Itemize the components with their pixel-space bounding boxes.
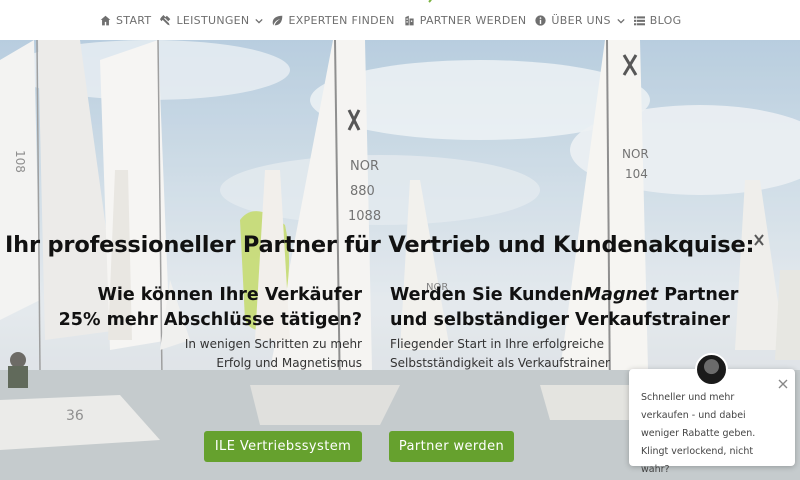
- right-title-line2: und selbständiger Verkaufstrainer: [390, 310, 730, 330]
- chat-message: Schneller und mehr verkaufen - und dabei…: [641, 392, 756, 475]
- partner-werden-button[interactable]: Partner werden: [389, 431, 514, 462]
- list-icon: [633, 16, 645, 26]
- left-title-line2: 25% mehr Abschlüsse tätigen?: [58, 310, 362, 330]
- nav-item-partner-werden[interactable]: PARTNER WERDEN: [404, 14, 527, 27]
- nav-item-start[interactable]: START: [100, 14, 151, 27]
- top-navigation-bar: START LEISTUNGEN EXPERTEN FINDEN PARTNER…: [0, 0, 800, 40]
- left-offer-block: Wie können Ihre Verkäufer 25% mehr Absch…: [40, 283, 362, 373]
- nav-label: BLOG: [649, 14, 682, 27]
- right-text-line1: Fliegender Start in Ihre erfolgreiche: [390, 337, 605, 351]
- right-title-prefix: Werden Sie Kunden: [390, 285, 584, 305]
- info-icon: [535, 15, 547, 26]
- logo-fragment: [428, 0, 432, 3]
- ile-vertriebssystem-button[interactable]: ILE Vertriebssystem: [204, 431, 362, 462]
- chat-avatar[interactable]: [695, 353, 728, 386]
- left-text-line2: Erfolg und Magnetismus: [216, 356, 362, 370]
- left-title-line1: Wie können Ihre Verkäufer: [97, 285, 362, 305]
- building-icon: [405, 15, 414, 26]
- main-menu: START LEISTUNGEN EXPERTEN FINDEN PARTNER…: [100, 14, 690, 27]
- right-title-line1: Werden Sie KundenMagnet Partner: [390, 283, 770, 308]
- home-icon: [100, 15, 111, 26]
- chevron-down-icon: [255, 18, 264, 24]
- nav-item-blog[interactable]: BLOG: [633, 14, 682, 27]
- nav-label: LEISTUNGEN: [176, 14, 250, 27]
- tools-icon: [160, 15, 171, 26]
- leaf-icon: [273, 15, 283, 26]
- right-title-emphasis: Magnet: [583, 285, 659, 305]
- nav-label: START: [116, 14, 152, 27]
- nav-label: EXPERTEN FINDEN: [288, 14, 395, 27]
- right-title-suffix: Partner: [658, 285, 739, 305]
- nav-label: PARTNER WERDEN: [419, 14, 527, 27]
- left-text-line1: In wenigen Schritten zu mehr: [184, 337, 362, 351]
- nav-label: ÜBER UNS: [551, 14, 611, 27]
- nav-item-leistungen[interactable]: LEISTUNGEN: [160, 14, 264, 27]
- chevron-down-icon: [617, 18, 625, 24]
- nav-item-experten-finden[interactable]: EXPERTEN FINDEN: [272, 14, 394, 27]
- nav-item-ueber-uns[interactable]: ÜBER UNS: [535, 14, 625, 27]
- hero-headline: Ihr professioneller Partner für Vertrieb…: [5, 232, 755, 258]
- close-icon[interactable]: [777, 375, 789, 389]
